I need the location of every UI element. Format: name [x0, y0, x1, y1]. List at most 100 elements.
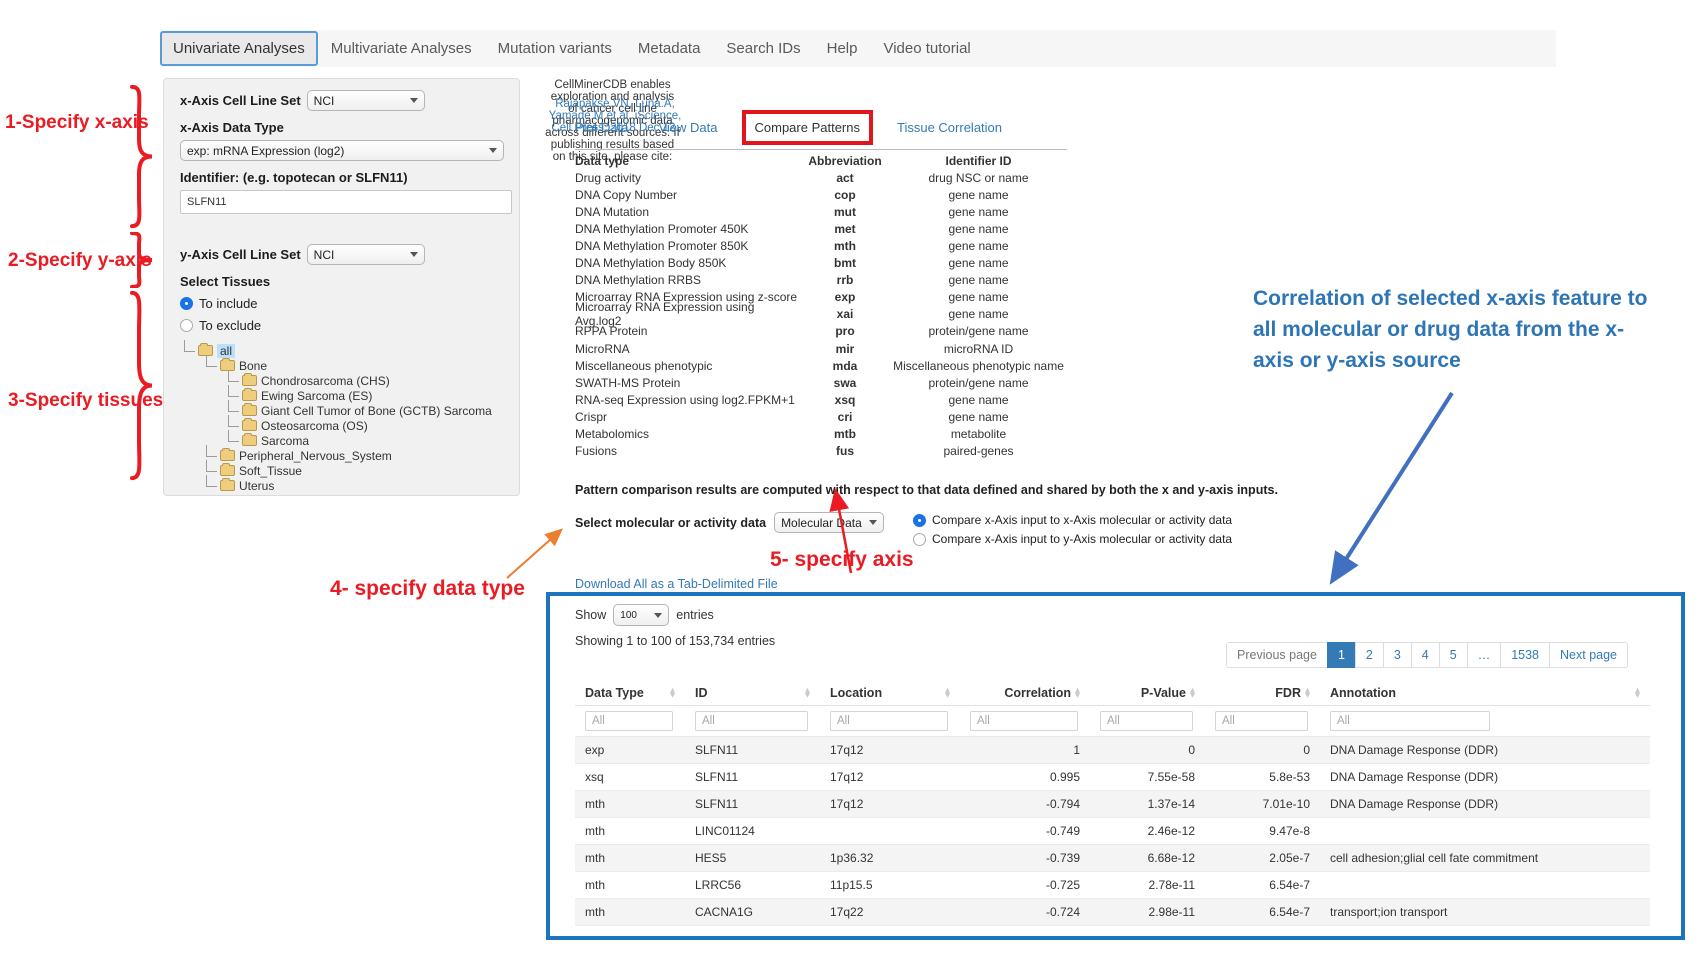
tree-node-sarcoma[interactable]: Sarcoma	[180, 433, 503, 448]
results-box: Show 100 entries Showing 1 to 100 of 153…	[546, 592, 1685, 940]
table-cell: 1	[960, 737, 1090, 763]
results-table-filter-row	[575, 706, 1650, 737]
nav-tab-univariate-analyses[interactable]: Univariate Analyses	[160, 31, 318, 66]
filter-input-annotation[interactable]	[1330, 711, 1490, 731]
column-header-label: P-Value	[1141, 686, 1186, 700]
molecular-data-select[interactable]: Molecular Data	[774, 512, 884, 533]
page-button-4[interactable]: 4	[1411, 642, 1440, 668]
column-header-data-type[interactable]: Data Type▲▼	[575, 680, 685, 705]
nav-tab-metadata[interactable]: Metadata	[625, 31, 714, 66]
tree-node-soft-tissue[interactable]: Soft_Tissue	[180, 463, 503, 478]
include-radio[interactable]	[180, 297, 193, 310]
tree-node-label: Soft_Tissue	[239, 464, 302, 478]
compare-x-axis-radio[interactable]	[913, 514, 926, 527]
tree-connector-icon	[206, 475, 217, 487]
datatype-cell: DNA Copy Number	[575, 188, 800, 202]
nav-tab-search-ids[interactable]: Search IDs	[713, 31, 813, 66]
folder-icon	[220, 465, 235, 476]
datatype-cell: met	[800, 222, 890, 236]
nav-tab-video-tutorial[interactable]: Video tutorial	[870, 31, 983, 66]
column-header-annotation[interactable]: Annotation▲▼	[1320, 680, 1650, 705]
table-cell: 6.68e-12	[1090, 845, 1205, 871]
table-row: mthCACNA1G17q22-0.7242.98e-116.54e-7tran…	[575, 899, 1650, 926]
compare-y-axis-label: Compare x-Axis input to y-Axis molecular…	[932, 532, 1232, 546]
column-header-p-value[interactable]: P-Value▲▼	[1090, 680, 1205, 705]
previous-page-button[interactable]: Previous page	[1226, 642, 1328, 668]
tree-node-label: Peripheral_Nervous_System	[239, 449, 392, 463]
filter-cell	[820, 711, 960, 731]
datatype-cell: paired-genes	[890, 444, 1067, 458]
next-page-button[interactable]: Next page	[1549, 642, 1628, 668]
page-button-5[interactable]: 5	[1439, 642, 1468, 668]
filter-input-correlation[interactable]	[970, 711, 1078, 731]
filter-input-data-type[interactable]	[585, 711, 673, 731]
select-tissues-label: Select Tissues	[180, 274, 503, 289]
table-cell: 6.54e-7	[1205, 899, 1320, 925]
table-cell: 11p15.5	[820, 872, 960, 898]
column-header-id[interactable]: ID▲▼	[685, 680, 820, 705]
table-cell: mth	[575, 872, 685, 898]
column-header-location[interactable]: Location▲▼	[820, 680, 960, 705]
view-tab-compare-patterns[interactable]: Compare Patterns	[742, 110, 874, 145]
table-cell: 0	[1205, 737, 1320, 763]
brace-step2	[126, 232, 156, 288]
column-header-fdr[interactable]: FDR▲▼	[1205, 680, 1320, 705]
sort-icon: ▲▼	[1635, 688, 1640, 698]
table-cell: cell adhesion;glial cell fate commitment	[1320, 845, 1650, 871]
table-cell: LRRC56	[685, 872, 820, 898]
page-button-1[interactable]: 1	[1327, 642, 1356, 668]
datatype-header-identifier-id: Identifier ID	[890, 154, 1067, 168]
view-tab-plot-data[interactable]: Plot Data	[575, 120, 628, 135]
view-tab-view-data[interactable]: View Data	[658, 120, 717, 135]
sort-desc-icon: ▼	[1635, 693, 1640, 698]
datatype-row: DNA Methylation Promoter 450Kmetgene nam…	[575, 220, 1067, 237]
nav-tab-help[interactable]: Help	[814, 31, 871, 66]
nav-tab-multivariate-analyses[interactable]: Multivariate Analyses	[318, 31, 485, 66]
datatype-row: Microarray RNA Expression using Avg.log2…	[575, 306, 1067, 323]
brace-step3	[126, 289, 156, 482]
table-cell: SLFN11	[685, 737, 820, 763]
table-cell: DNA Damage Response (DDR)	[1320, 737, 1650, 763]
datatype-cell: DNA Methylation RRBS	[575, 273, 800, 287]
table-cell: mth	[575, 818, 685, 844]
tree-node-all[interactable]: all	[180, 343, 503, 358]
include-label: To include	[199, 296, 258, 311]
table-row: mthLRRC5611p15.5-0.7252.78e-116.54e-7	[575, 872, 1650, 899]
x-data-type-select[interactable]: exp: mRNA Expression (log2)	[180, 140, 504, 161]
datatype-cell: gene name	[890, 188, 1067, 202]
filter-input-p-value[interactable]	[1100, 711, 1193, 731]
filter-input-id[interactable]	[695, 711, 808, 731]
compare-y-axis-radio[interactable]	[913, 533, 926, 546]
view-tabs: Plot Data View Data Compare Patterns Tissue…	[575, 109, 1002, 145]
tree-node-label: Bone	[239, 359, 267, 373]
annotation-step5: 5- specify axis	[770, 548, 914, 572]
folder-icon	[220, 360, 235, 371]
page-button-2[interactable]: 2	[1355, 642, 1384, 668]
filter-input-location[interactable]	[830, 711, 948, 731]
table-cell: 2.98e-11	[1090, 899, 1205, 925]
table-cell: 7.01e-10	[1205, 791, 1320, 817]
tree-node-bone[interactable]: Bone	[180, 358, 503, 373]
tree-node-uterus[interactable]: Uterus	[180, 478, 503, 493]
exclude-radio[interactable]	[180, 319, 193, 332]
page-button-ellipsis[interactable]: …	[1467, 642, 1502, 668]
table-cell: HES5	[685, 845, 820, 871]
nav-tab-mutation-variants[interactable]: Mutation variants	[485, 31, 625, 66]
page-button-1538[interactable]: 1538	[1500, 642, 1550, 668]
show-entries-select[interactable]: 100	[613, 604, 669, 626]
datatype-cell: mtb	[800, 427, 890, 441]
table-row: expSLFN1117q12100DNA Damage Response (DD…	[575, 737, 1650, 764]
download-link[interactable]: Download All as a Tab-Delimited File	[575, 577, 778, 591]
datatype-cell: act	[800, 171, 890, 185]
y-cell-line-select[interactable]: NCI	[307, 244, 425, 265]
sort-desc-icon: ▼	[1190, 693, 1195, 698]
filter-input-fdr[interactable]	[1215, 711, 1308, 731]
identifier-input[interactable]	[180, 190, 512, 214]
filter-cell	[1320, 711, 1650, 731]
filter-cell	[685, 711, 820, 731]
x-cell-line-select[interactable]: NCI	[307, 90, 425, 111]
view-tab-tissue-correlation[interactable]: Tissue Correlation	[897, 120, 1002, 135]
page-button-3[interactable]: 3	[1383, 642, 1412, 668]
tree-node-peripheral-nervous-system[interactable]: Peripheral_Nervous_System	[180, 448, 503, 463]
column-header-correlation[interactable]: Correlation▲▼	[960, 680, 1090, 705]
